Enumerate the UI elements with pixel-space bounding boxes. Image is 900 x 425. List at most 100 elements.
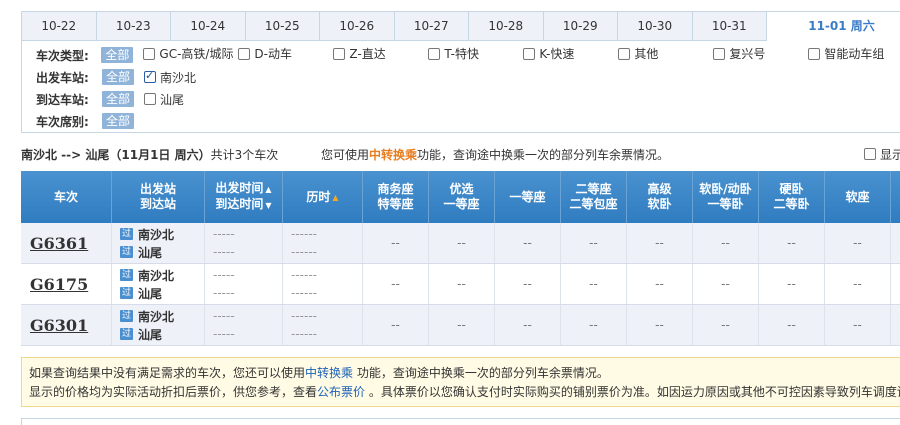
header-seat: 软卧/动卧 一等卧 bbox=[693, 171, 759, 223]
train-type-all-button[interactable]: 全部 bbox=[101, 47, 134, 63]
to-station-all-button[interactable]: 全部 bbox=[102, 91, 135, 107]
date-tab[interactable]: 10-26 bbox=[320, 12, 395, 41]
type-option-t[interactable]: T-特快 bbox=[428, 45, 479, 62]
type-option-z[interactable]: Z-直达 bbox=[333, 45, 386, 62]
duration-day: ------ bbox=[291, 245, 317, 259]
header-duration[interactable]: 历时 ▲ bbox=[283, 171, 363, 223]
train-number-link[interactable]: G6175 bbox=[30, 275, 88, 294]
seat-class-label: 车次席别: bbox=[36, 114, 89, 129]
type-option-label: 智能动车组 bbox=[824, 47, 885, 61]
to-station-option[interactable]: 汕尾 bbox=[144, 91, 184, 108]
from-station-option[interactable]: 南沙北 bbox=[144, 69, 196, 86]
checkbox-icon[interactable] bbox=[144, 93, 157, 105]
duration: ------ bbox=[291, 268, 317, 282]
checkbox-icon[interactable] bbox=[143, 47, 156, 60]
checkbox-icon[interactable] bbox=[238, 47, 251, 60]
type-option-k[interactable]: K-快速 bbox=[523, 45, 574, 62]
checkbox-icon[interactable] bbox=[333, 47, 346, 60]
type-option-label: K-快速 bbox=[539, 47, 575, 61]
type-option-other[interactable]: 其他 bbox=[618, 45, 658, 62]
seat-cell: -- bbox=[693, 264, 759, 304]
seat-cell: -- bbox=[759, 305, 825, 345]
date-tab[interactable]: 10-24 bbox=[171, 12, 246, 41]
duration-day: ------ bbox=[291, 286, 317, 300]
to-station: 汕尾 bbox=[138, 286, 163, 301]
station-cell: 过南沙北 过汕尾 bbox=[112, 305, 205, 345]
header-seat: 二等座 二等包座 bbox=[561, 171, 627, 223]
train-number-link[interactable]: G6361 bbox=[30, 234, 88, 253]
seat-cell: -- bbox=[759, 264, 825, 304]
date-tab[interactable]: 10-22 bbox=[22, 12, 97, 41]
type-option-label: 其他 bbox=[634, 47, 659, 61]
checkbox-checked-icon[interactable] bbox=[144, 69, 157, 83]
checkbox-icon[interactable] bbox=[523, 47, 536, 60]
date-tabs: 10-22 10-23 10-24 10-25 10-26 10-27 10-2… bbox=[21, 11, 900, 41]
seat-cell: -- bbox=[825, 305, 891, 345]
train-number-link[interactable]: G6301 bbox=[30, 316, 88, 335]
type-option-d[interactable]: D-动车 bbox=[238, 45, 292, 62]
transfer-link[interactable]: 中转换乘 bbox=[369, 148, 417, 162]
to-station: 汕尾 bbox=[138, 327, 163, 342]
date-tab[interactable]: 10-31 bbox=[692, 12, 767, 41]
duration-day: ------ bbox=[291, 327, 317, 341]
date-tab[interactable]: 10-30 bbox=[618, 12, 693, 41]
seat-cell: -- bbox=[363, 264, 429, 304]
seat-cell: -- bbox=[363, 305, 429, 345]
bottom-border bbox=[21, 418, 900, 425]
station-cell: 过南沙北 过汕尾 bbox=[112, 223, 205, 263]
seat-cell: -- bbox=[561, 264, 627, 304]
pass-badge-icon: 过 bbox=[120, 310, 133, 322]
train-count: 共计3个车次 bbox=[210, 147, 279, 162]
transfer-link[interactable]: 中转换乘 bbox=[305, 366, 353, 380]
to-station-option-label: 汕尾 bbox=[160, 92, 185, 107]
seat-cell: -- bbox=[561, 305, 627, 345]
seat-class-all-button[interactable]: 全部 bbox=[102, 113, 135, 129]
seat-cell: -- bbox=[429, 223, 495, 263]
date-tab[interactable]: 10-28 bbox=[469, 12, 544, 41]
seat-cell: -- bbox=[495, 223, 561, 263]
date-tab[interactable]: 10-23 bbox=[96, 12, 171, 41]
result-summary: 南沙北 --> 汕尾（11月1日 周六） 共计3个车次 您可使用中转换乘功能，查… bbox=[21, 144, 900, 164]
station-cell: 过南沙北 过汕尾 bbox=[112, 264, 205, 304]
date-tab[interactable]: 10-25 bbox=[245, 12, 320, 41]
sort-down-icon[interactable]: ▼ bbox=[265, 201, 271, 210]
header-seat: 一等座 bbox=[495, 171, 561, 223]
published-fare-link[interactable]: 公布票价 bbox=[317, 385, 365, 399]
type-option-label: D-动车 bbox=[254, 47, 292, 61]
date-tab[interactable]: 10-27 bbox=[394, 12, 469, 41]
seat-cell: -- bbox=[495, 264, 561, 304]
time-cell: ----- ----- bbox=[205, 223, 283, 263]
train-cell: G6361 bbox=[21, 223, 112, 263]
date-tab[interactable]: 10-29 bbox=[543, 12, 618, 41]
checkbox-icon[interactable] bbox=[713, 47, 726, 60]
from-station: 南沙北 bbox=[138, 309, 175, 324]
depart-time: ----- bbox=[213, 309, 235, 323]
checkbox-icon[interactable] bbox=[808, 47, 821, 60]
type-option-fuxing[interactable]: 复兴号 bbox=[713, 45, 765, 62]
table-row: G6361 过南沙北 过汕尾 ----- ----- ------ ------ -- -… bbox=[21, 223, 900, 264]
seat-cell: -- bbox=[429, 305, 495, 345]
date-tab-selected[interactable]: 11-01 周六 bbox=[767, 12, 900, 41]
show-option[interactable]: 显示 bbox=[864, 146, 900, 163]
checkbox-icon[interactable] bbox=[864, 148, 876, 160]
table-header: 车次 出发站 到达站 出发时间 ▲ 到达时间 ▼ 历时 ▲ 商务座 特等座 优选 一等座 一… bbox=[21, 171, 900, 223]
from-station-all-button[interactable]: 全部 bbox=[102, 69, 135, 85]
sort-up-icon[interactable]: ▲ bbox=[265, 185, 271, 194]
pass-badge-icon: 过 bbox=[120, 228, 133, 240]
seat-cell: -- bbox=[693, 305, 759, 345]
notice-line-1: 如果查询结果中没有满足需求的车次，您还可以使用中转换乘 功能，查询途中换乘一次的… bbox=[29, 366, 609, 380]
header-time[interactable]: 出发时间 ▲ 到达时间 ▼ bbox=[205, 171, 283, 223]
header-stations: 出发站 到达站 bbox=[112, 171, 205, 223]
depart-time: ----- bbox=[213, 268, 235, 282]
checkbox-icon[interactable] bbox=[428, 47, 441, 60]
checkbox-icon[interactable] bbox=[618, 47, 631, 60]
notice-box: 如果查询结果中没有满足需求的车次，您还可以使用中转换乘 功能，查询途中换乘一次的… bbox=[21, 357, 900, 407]
type-option-smart[interactable]: 智能动车组 bbox=[808, 45, 884, 62]
type-option-label: T-特快 bbox=[444, 47, 479, 61]
to-station: 汕尾 bbox=[138, 245, 163, 260]
transfer-hint: 您可使用中转换乘功能，查询途中换乘一次的部分列车余票情况。 bbox=[321, 146, 669, 163]
sort-up-icon[interactable]: ▲ bbox=[332, 190, 338, 205]
type-option-gc[interactable]: GC-高铁/城际 bbox=[143, 45, 233, 62]
to-station-row: 到达车站: 全部 汕尾 bbox=[36, 89, 184, 109]
type-option-label: 复兴号 bbox=[729, 47, 766, 61]
